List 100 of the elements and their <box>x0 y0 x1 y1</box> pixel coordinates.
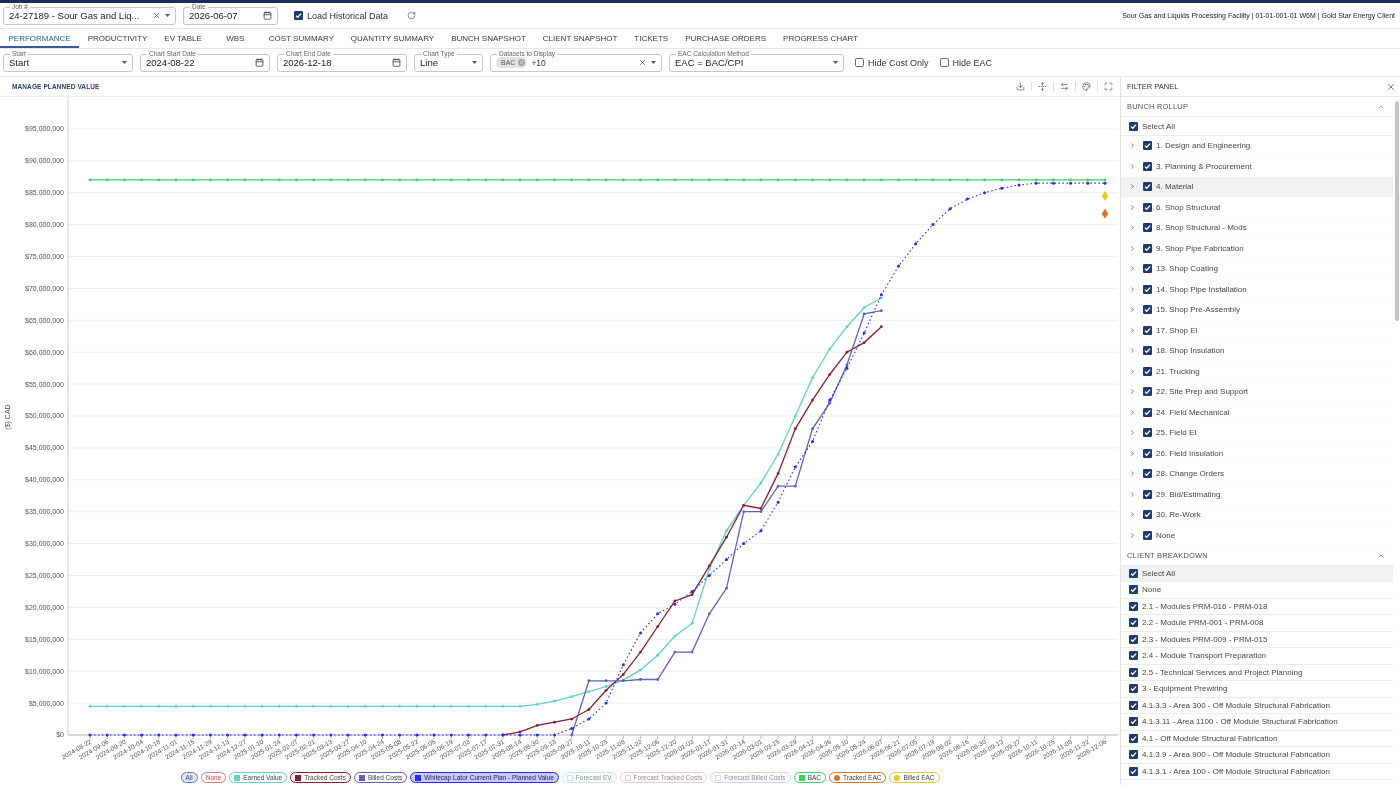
tab[interactable]: PRODUCTIVITY <box>79 29 156 48</box>
chevron-icon[interactable] <box>1129 367 1136 375</box>
checkbox-label[interactable]: Load Historical Data <box>307 10 389 21</box>
checkbox-label[interactable]: Hide Cost Only <box>868 57 929 68</box>
download-icon[interactable] <box>1016 82 1025 91</box>
chevron-icon[interactable] <box>1129 244 1136 252</box>
filter-row[interactable]: Select All <box>1121 566 1393 582</box>
filter-row[interactable]: 4.1.3.11 - Area 1100 - Off Module Structural Fabrication <box>1121 714 1393 731</box>
filter-row[interactable]: 4. Material <box>1121 177 1393 198</box>
tab[interactable]: PERFORMANCE <box>0 29 80 48</box>
checkbox[interactable] <box>1143 243 1152 253</box>
checkbox[interactable] <box>1129 700 1138 710</box>
calendar-icon[interactable] <box>263 11 272 20</box>
checkbox[interactable] <box>1129 684 1138 694</box>
filter-label: 18. Shop Insulation <box>1156 346 1225 356</box>
tab[interactable]: PROGRESS CHART <box>774 29 867 48</box>
checkbox[interactable] <box>1143 469 1152 479</box>
filter-label: 15. Shop Pre-Assembly <box>1156 305 1241 315</box>
calendar-icon[interactable] <box>255 58 264 67</box>
chevron-icon[interactable] <box>1129 408 1136 416</box>
chevron-icon[interactable] <box>1129 183 1136 191</box>
checkbox[interactable] <box>855 58 864 67</box>
checkbox[interactable] <box>1143 407 1152 417</box>
checkbox[interactable] <box>1143 305 1152 315</box>
checkbox[interactable] <box>1143 223 1152 233</box>
filter-row[interactable]: 2.2 - Module PRM-001 - PRM-008 <box>1121 615 1393 632</box>
checkbox[interactable] <box>1143 366 1152 376</box>
checkbox[interactable] <box>1143 448 1152 458</box>
checkbox[interactable] <box>1129 634 1138 644</box>
chevron-icon[interactable] <box>1129 470 1136 478</box>
checkbox[interactable] <box>1143 141 1152 151</box>
checkbox[interactable] <box>1143 182 1152 192</box>
checkbox[interactable] <box>1143 161 1152 171</box>
caret-icon[interactable] <box>833 61 838 64</box>
tab[interactable]: WBS <box>210 29 261 48</box>
chevron-icon[interactable] <box>1129 347 1136 355</box>
filter-label: 4.1.3.9 - Area 900 - Off Module Structural Fabrication <box>1142 750 1330 760</box>
checkbox[interactable] <box>1143 346 1152 356</box>
caret-icon[interactable] <box>165 14 170 17</box>
checkbox[interactable] <box>1143 264 1152 274</box>
chevron-icon[interactable] <box>1129 490 1136 498</box>
checkbox[interactable] <box>1129 667 1138 677</box>
checkbox[interactable] <box>1129 766 1138 776</box>
checkbox[interactable] <box>1143 530 1152 540</box>
swap-arrows-icon[interactable] <box>1060 82 1069 91</box>
tab[interactable]: PURCHASE ORDERS <box>676 29 775 48</box>
filter-row[interactable]: 2.4 - Module Transport Preparation <box>1121 648 1393 665</box>
filter-row[interactable]: None <box>1121 582 1393 599</box>
chevron-icon[interactable] <box>1129 265 1136 273</box>
checkbox[interactable] <box>1129 651 1138 661</box>
checkbox[interactable] <box>1129 601 1138 611</box>
chevron-icon[interactable] <box>1129 511 1136 519</box>
caret-icon[interactable] <box>472 61 477 64</box>
checkbox[interactable] <box>1129 121 1138 131</box>
scrollbar-thumb[interactable] <box>1395 101 1399 321</box>
checkbox[interactable] <box>1129 717 1138 727</box>
caret-icon[interactable] <box>651 61 656 64</box>
chevron-icon[interactable] <box>1129 285 1136 293</box>
refresh-icon[interactable] <box>407 11 417 20</box>
checkbox[interactable] <box>1143 325 1152 335</box>
checkbox[interactable] <box>1129 618 1138 628</box>
checkbox-label[interactable]: Hide EAC <box>952 57 993 68</box>
checkbox[interactable] <box>1143 284 1152 294</box>
chevron-icon[interactable] <box>1129 162 1136 170</box>
filter-label: Select All <box>1142 569 1175 578</box>
checkbox[interactable] <box>1129 750 1138 760</box>
checkbox[interactable] <box>1129 733 1138 743</box>
checkbox[interactable] <box>1143 510 1152 520</box>
chevron-icon[interactable] <box>1129 388 1136 396</box>
chevron-icon[interactable] <box>1129 142 1136 150</box>
filter-label: 3 - Equipment Prewiring <box>1142 684 1228 694</box>
filter-label: 13. Shop Coating <box>1156 264 1218 274</box>
palette-icon[interactable] <box>1082 82 1091 91</box>
tab[interactable]: COST SUMMARY <box>260 29 343 48</box>
tab[interactable]: BUNCH SNAPSHOT <box>442 29 535 48</box>
chevron-icon[interactable] <box>1129 326 1136 334</box>
caret-icon[interactable] <box>122 61 127 64</box>
filter-row[interactable]: 3 - Equipment Prewiring <box>1121 681 1393 698</box>
checkbox[interactable] <box>1129 585 1138 595</box>
tab[interactable]: CLIENT SNAPSHOT <box>534 29 626 48</box>
checkbox[interactable] <box>939 58 949 67</box>
clear-icon[interactable] <box>152 11 161 20</box>
filter-row[interactable]: 4.1.3.9 - Area 900 - Off Module Structural Fabrication <box>1121 747 1393 764</box>
checkbox[interactable] <box>1143 489 1152 499</box>
close-icon[interactable] <box>1386 81 1396 92</box>
tab[interactable]: TICKETS <box>625 29 677 48</box>
chevron-icon[interactable] <box>1129 224 1136 232</box>
chevron-icon[interactable] <box>1129 203 1136 211</box>
checkbox[interactable] <box>1143 428 1152 438</box>
tab[interactable]: EV TABLE <box>155 29 211 48</box>
tab[interactable]: QUANTITY SUMMARY <box>342 29 443 48</box>
checkbox[interactable] <box>1143 387 1152 397</box>
vertical-arrows-icon[interactable] <box>1038 82 1047 91</box>
calendar-icon[interactable] <box>392 58 401 67</box>
chevron-icon[interactable] <box>1129 306 1136 314</box>
chevron-icon[interactable] <box>1129 429 1136 437</box>
checkbox[interactable] <box>1143 202 1152 212</box>
clear-icon[interactable] <box>638 58 647 67</box>
chevron-icon[interactable] <box>1129 449 1136 457</box>
chevron-icon[interactable] <box>1129 531 1136 539</box>
